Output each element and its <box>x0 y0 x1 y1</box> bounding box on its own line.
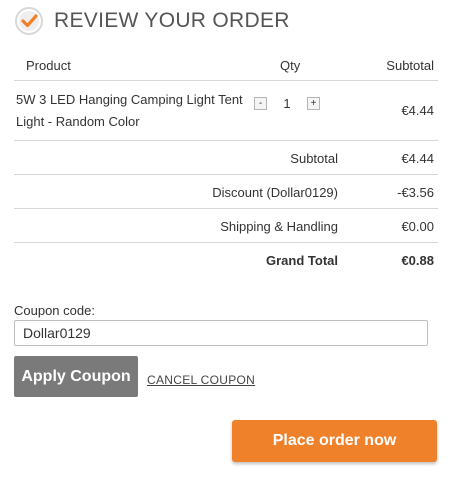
subtotal-row: Subtotal €4.44 <box>14 141 438 175</box>
item-subtotal: €4.44 <box>401 103 434 118</box>
order-table: Product Qty Subtotal 5W 3 LED Hanging Ca… <box>14 48 438 277</box>
grand-total-row: Grand Total €0.88 <box>14 243 438 277</box>
quantity-stepper: - 1 + <box>254 96 320 111</box>
subtotal-value: €4.44 <box>401 151 434 166</box>
qty-decrease-button[interactable]: - <box>254 97 267 110</box>
coupon-code-label: Coupon code: <box>14 303 95 318</box>
coupon-code-input[interactable] <box>14 320 428 346</box>
table-row: 5W 3 LED Hanging Camping Light Tent Ligh… <box>14 81 438 141</box>
page-title: REVIEW YOUR ORDER <box>54 9 290 32</box>
discount-row: Discount (Dollar0129) -€3.56 <box>14 175 438 209</box>
subtotal-label: Subtotal <box>290 151 338 166</box>
check-circle-icon <box>14 6 44 36</box>
product-name: 5W 3 LED Hanging Camping Light Tent Ligh… <box>16 92 243 129</box>
apply-coupon-button[interactable]: Apply Coupon <box>14 356 138 397</box>
shipping-row: Shipping & Handling €0.00 <box>14 209 438 243</box>
shipping-value: €0.00 <box>401 219 434 234</box>
shipping-label: Shipping & Handling <box>220 219 338 234</box>
qty-increase-button[interactable]: + <box>307 97 320 110</box>
order-review-header: REVIEW YOUR ORDER <box>14 6 290 36</box>
qty-value: 1 <box>283 96 291 111</box>
discount-value: -€3.56 <box>397 185 434 200</box>
place-order-button[interactable]: Place order now <box>232 420 437 462</box>
discount-label: Discount (Dollar0129) <box>212 185 338 200</box>
column-header-subtotal: Subtotal <box>386 58 434 73</box>
column-header-qty: Qty <box>280 58 301 73</box>
column-header-product: Product <box>26 58 71 73</box>
cancel-coupon-link[interactable]: CANCEL COUPON <box>147 373 255 387</box>
grand-total-value: €0.88 <box>401 253 434 268</box>
table-header-row: Product Qty Subtotal <box>14 48 438 81</box>
grand-total-label: Grand Total <box>266 253 338 268</box>
